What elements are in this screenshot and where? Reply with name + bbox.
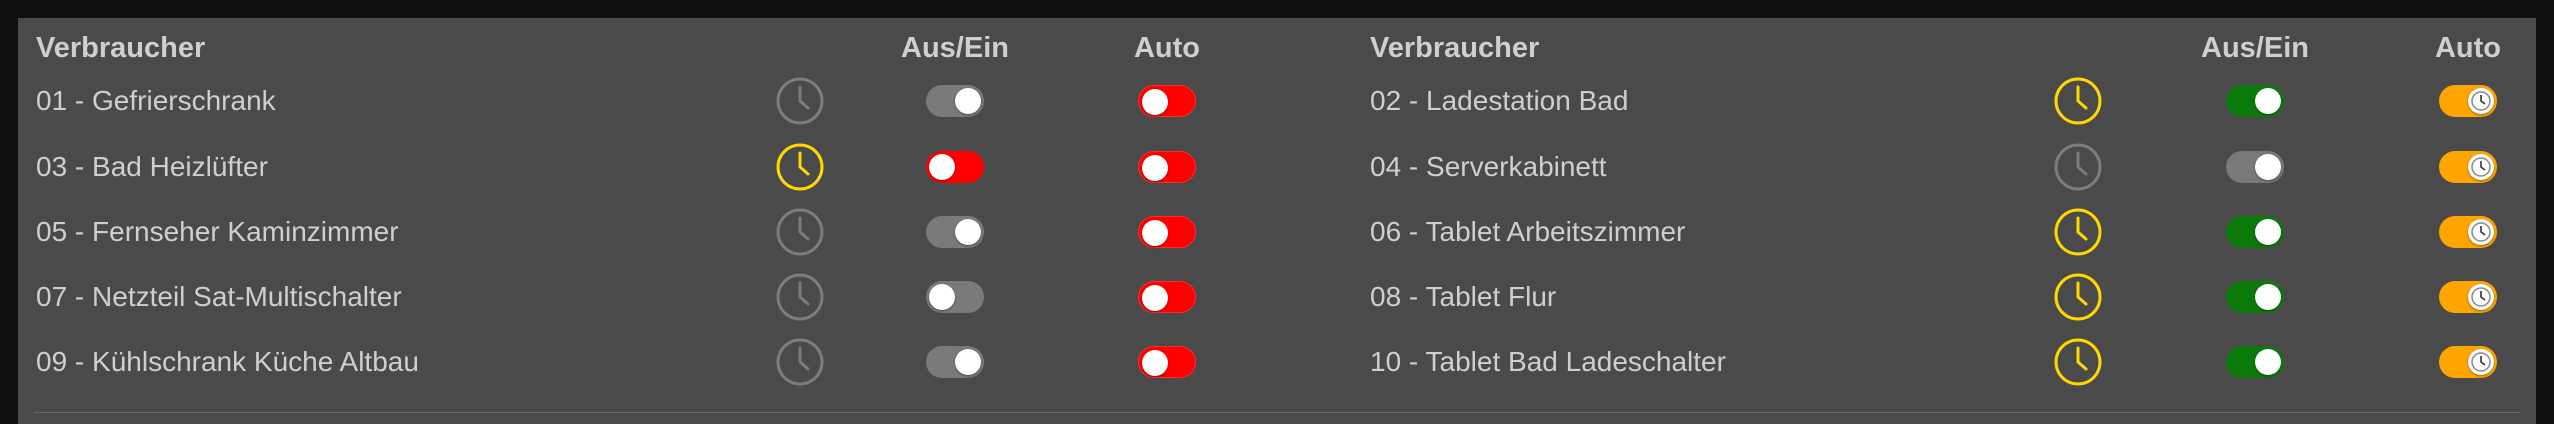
auto-toggle[interactable] <box>1138 216 1196 248</box>
timer-clock-icon[interactable] <box>2053 207 2103 257</box>
consumer-row: 06 - Tablet Arbeitszimmer <box>1352 204 2536 270</box>
consumer-row: 01 - Gefrierschrank <box>18 73 1318 139</box>
consumer-panel: Verbraucher Aus/Ein Auto 01 - Gefriersch… <box>18 18 2536 424</box>
auto-clock-icon <box>2468 154 2494 180</box>
header-on-off: Aus/Ein <box>901 32 1009 64</box>
auto-toggle[interactable] <box>2439 281 2497 313</box>
consumer-list-left: Verbraucher Aus/Ein Auto 01 - Gefriersch… <box>18 18 1318 412</box>
toggle-knob <box>1142 220 1168 246</box>
consumer-row: 09 - Kühlschrank Küche Altbau <box>18 334 1318 400</box>
auto-toggle[interactable] <box>2439 346 2497 378</box>
consumer-name: 08 - Tablet Flur <box>1370 281 1557 312</box>
on-off-toggle[interactable] <box>926 346 984 378</box>
timer-clock-icon[interactable] <box>775 207 825 257</box>
auto-toggle[interactable] <box>1138 346 1196 378</box>
consumer-name: 03 - Bad Heizlüfter <box>36 151 268 182</box>
auto-toggle[interactable] <box>1138 281 1196 313</box>
timer-clock-icon[interactable] <box>2053 272 2103 322</box>
toggle-knob <box>929 284 955 310</box>
toggle-knob <box>1142 155 1168 181</box>
consumer-row: 08 - Tablet Flur <box>1352 269 2536 335</box>
header-on-off: Aus/Ein <box>2201 32 2309 64</box>
consumer-name: 05 - Fernseher Kaminzimmer <box>36 216 399 247</box>
toggle-knob <box>2255 284 2281 310</box>
on-off-toggle[interactable] <box>926 281 984 313</box>
timer-clock-icon[interactable] <box>775 142 825 192</box>
on-off-toggle[interactable] <box>926 216 984 248</box>
auto-toggle[interactable] <box>1138 85 1196 117</box>
timer-clock-icon[interactable] <box>775 337 825 387</box>
on-off-toggle[interactable] <box>926 151 984 183</box>
on-off-toggle[interactable] <box>2226 151 2284 183</box>
header-auto: Auto <box>1133 32 1201 64</box>
header-consumer: Verbraucher <box>36 32 206 64</box>
consumer-name: 06 - Tablet Arbeitszimmer <box>1370 216 1686 247</box>
on-off-toggle[interactable] <box>2226 216 2284 248</box>
auto-toggle[interactable] <box>1138 151 1196 183</box>
consumer-name: 09 - Kühlschrank Küche Altbau <box>36 346 419 377</box>
timer-clock-icon[interactable] <box>2053 142 2103 192</box>
on-off-toggle[interactable] <box>2226 346 2284 378</box>
timer-clock-icon[interactable] <box>2053 76 2103 126</box>
toggle-knob <box>1142 285 1168 311</box>
consumer-name: 07 - Netzteil Sat-Multischalter <box>36 281 402 312</box>
on-off-toggle[interactable] <box>2226 281 2284 313</box>
consumer-row: 07 - Netzteil Sat-Multischalter <box>18 269 1318 335</box>
consumer-row: 04 - Serverkabinett <box>1352 139 2536 205</box>
timer-clock-icon[interactable] <box>2053 337 2103 387</box>
consumer-row: 10 - Tablet Bad Ladeschalter <box>1352 334 2536 400</box>
toggle-knob <box>955 219 981 245</box>
consumer-name: 02 - Ladestation Bad <box>1370 85 1629 116</box>
auto-clock-icon <box>2468 219 2494 245</box>
consumer-name: 04 - Serverkabinett <box>1370 151 1607 182</box>
consumer-list-right: Verbraucher Aus/Ein Auto 02 - Ladestatio… <box>1352 18 2536 412</box>
on-off-toggle[interactable] <box>926 85 984 117</box>
consumer-row: 02 - Ladestation Bad <box>1352 73 2536 139</box>
toggle-knob <box>2255 154 2281 180</box>
toggle-knob <box>2255 88 2281 114</box>
consumer-name: 10 - Tablet Bad Ladeschalter <box>1370 346 1726 377</box>
toggle-knob <box>2255 349 2281 375</box>
toggle-knob <box>929 154 955 180</box>
toggle-knob <box>1142 350 1168 376</box>
auto-clock-icon <box>2468 349 2494 375</box>
auto-toggle[interactable] <box>2439 85 2497 117</box>
timer-clock-icon[interactable] <box>775 76 825 126</box>
consumer-row: 05 - Fernseher Kaminzimmer <box>18 204 1318 270</box>
toggle-knob <box>955 349 981 375</box>
auto-toggle[interactable] <box>2439 216 2497 248</box>
consumer-row: 03 - Bad Heizlüfter <box>18 139 1318 205</box>
timer-clock-icon[interactable] <box>775 272 825 322</box>
on-off-toggle[interactable] <box>2226 85 2284 117</box>
divider <box>34 412 2520 413</box>
auto-toggle[interactable] <box>2439 151 2497 183</box>
toggle-knob <box>955 88 981 114</box>
header-consumer: Verbraucher <box>1370 32 1540 64</box>
consumer-name: 01 - Gefrierschrank <box>36 85 276 116</box>
toggle-knob <box>1142 89 1168 115</box>
toggle-knob <box>2255 219 2281 245</box>
auto-clock-icon <box>2468 284 2494 310</box>
auto-clock-icon <box>2468 88 2494 114</box>
header-auto: Auto <box>2434 32 2502 64</box>
